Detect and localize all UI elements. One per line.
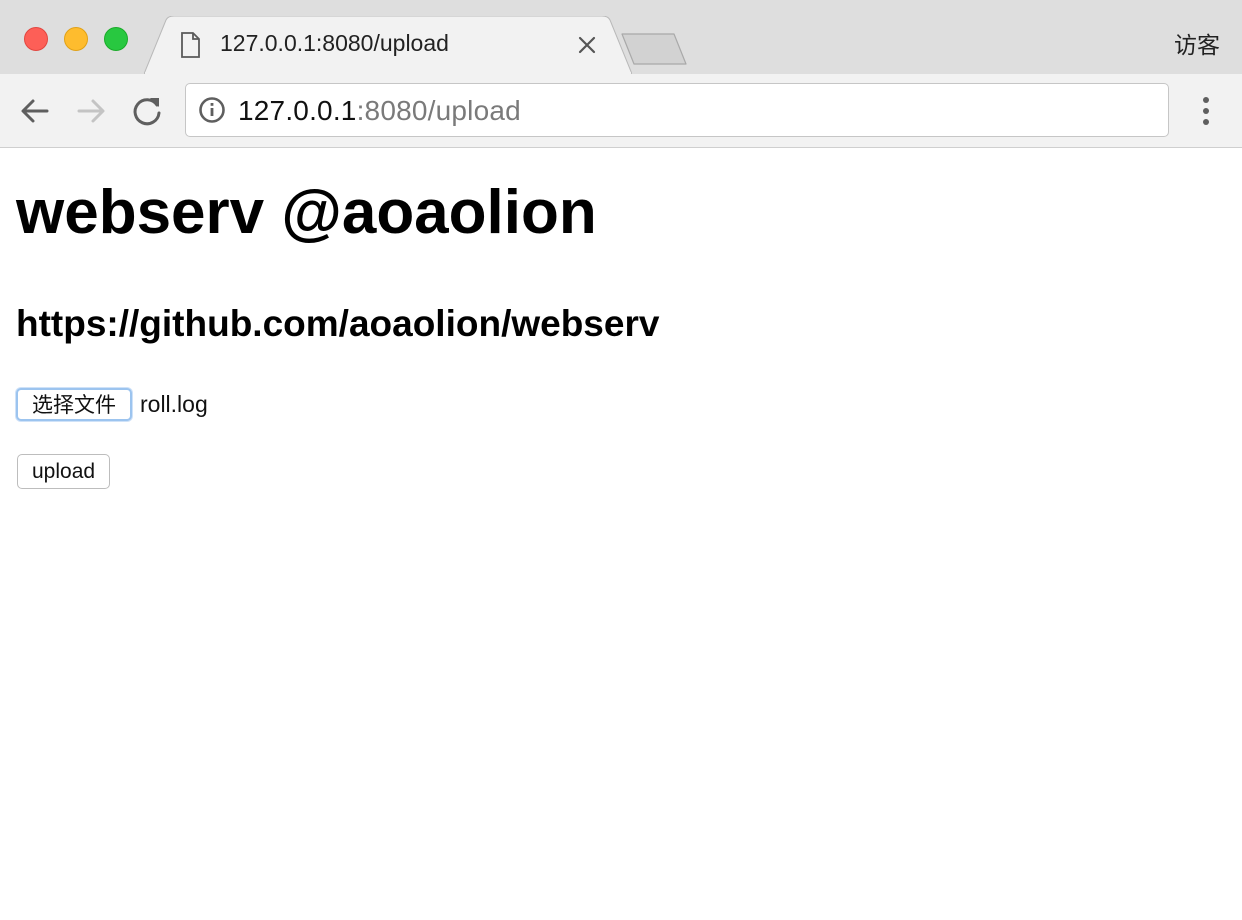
browser-toolbar: 127.0.0.1:8080/upload xyxy=(0,74,1242,148)
window-minimize-button[interactable] xyxy=(64,27,88,51)
url-host: 127.0.0.1 xyxy=(238,95,357,126)
upload-button[interactable]: upload xyxy=(17,454,111,489)
tab-strip: 127.0.0.1:8080/upload 访客 xyxy=(0,0,1242,74)
active-tab[interactable]: 127.0.0.1:8080/upload xyxy=(144,16,632,74)
choose-file-button[interactable]: 选择文件 xyxy=(16,387,132,421)
forward-arrow-icon[interactable] xyxy=(74,94,108,128)
page-icon xyxy=(181,32,200,58)
profile-label[interactable]: 访客 xyxy=(1174,26,1220,60)
address-bar[interactable]: 127.0.0.1:8080/upload xyxy=(185,83,1169,137)
window-close-button[interactable] xyxy=(24,27,48,51)
url-text[interactable]: 127.0.0.1:8080/upload xyxy=(238,95,521,127)
repo-link-heading: https://github.com/aoaolion/webserv xyxy=(16,303,660,344)
new-tab-button[interactable] xyxy=(620,32,690,66)
back-arrow-icon[interactable] xyxy=(18,94,52,128)
tab-title: 127.0.0.1:8080/upload xyxy=(220,30,449,56)
selected-file-name: roll.log xyxy=(140,390,208,417)
file-input[interactable]: 选择文件 roll.log xyxy=(16,387,208,421)
reload-icon[interactable] xyxy=(130,94,164,128)
info-icon[interactable] xyxy=(198,96,226,124)
page-content: webserv @aoaolion https://github.com/aoa… xyxy=(0,149,1242,920)
tab-close-icon[interactable] xyxy=(576,34,598,56)
window-maximize-button[interactable] xyxy=(104,27,128,51)
menu-kebab-icon[interactable] xyxy=(1194,94,1218,128)
page-title: webserv @aoaolion xyxy=(16,178,597,247)
url-path: :8080/upload xyxy=(356,95,521,126)
